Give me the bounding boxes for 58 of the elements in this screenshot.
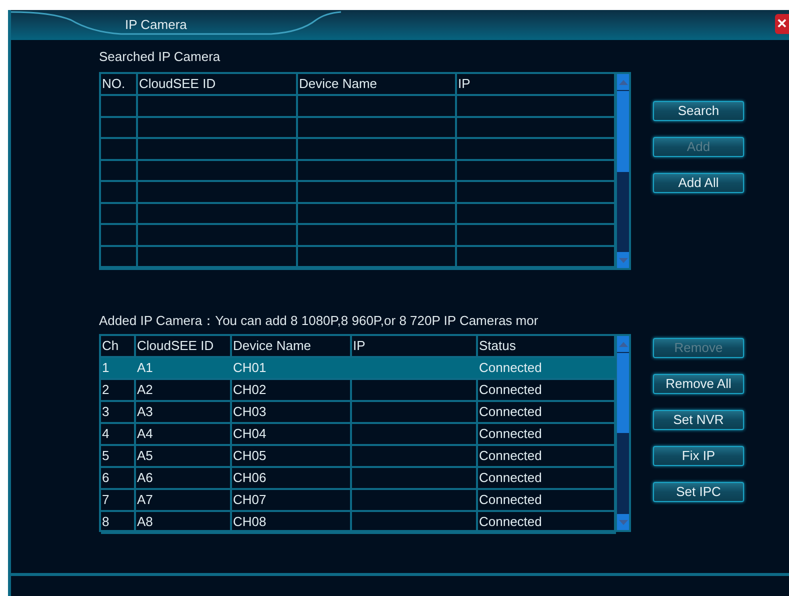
scroll-down-icon[interactable] (617, 514, 629, 530)
table-cell: A7 (136, 490, 232, 510)
table-cell: A4 (136, 424, 232, 444)
scroll-thumb[interactable] (617, 91, 629, 172)
column-header: Device Name (298, 74, 457, 94)
scrollbar[interactable] (616, 336, 629, 530)
table-cell: 2 (101, 380, 136, 400)
action-button[interactable]: Set NVR (653, 410, 744, 430)
action-button[interactable]: Set IPC (653, 482, 744, 502)
table-row[interactable]: 6 A6 CH06 Connected (101, 468, 616, 490)
table-cell: CH04 (232, 424, 352, 444)
column-header: NO. (101, 74, 138, 94)
table-row[interactable]: 7 A7 CH07 Connected (101, 490, 616, 512)
table-cell: 4 (101, 424, 136, 444)
table-cell-text: 1 (101, 359, 110, 377)
table-cell-text: CH01 (232, 359, 268, 377)
column-header: CloudSEE ID (136, 336, 232, 356)
table-row[interactable]: 4 A4 CH04 Connected (101, 424, 616, 446)
table-cell: A3 (136, 402, 232, 422)
window-title: IP Camera (125, 16, 187, 34)
table-cell: CH07 (232, 490, 352, 510)
table-cell: A2 (136, 380, 232, 400)
section-label: Searched IP Camera (99, 49, 222, 65)
table-cell: CH02 (232, 380, 352, 400)
table-row[interactable]: 3 A3 CH03 Connected (101, 402, 616, 424)
scroll-down-icon[interactable] (617, 252, 629, 268)
table-cell: CH05 (232, 446, 352, 466)
scroll-thumb[interactable] (617, 353, 629, 433)
table-row[interactable]: 8 A8 CH08 Connected (101, 512, 616, 534)
table-cell: A5 (136, 446, 232, 466)
column-header: IP (352, 336, 478, 356)
action-button[interactable]: Fix IP (653, 446, 744, 466)
scroll-up-icon[interactable] (617, 74, 629, 90)
table-cell: 6 (101, 468, 136, 488)
table-cell: 8 (101, 512, 136, 532)
column-header: Device Name (232, 336, 352, 356)
table-cell: A6 (136, 468, 232, 488)
table-cell: CH03 (232, 402, 352, 422)
action-button[interactable]: Add All (653, 173, 744, 193)
table-cell-text: A1 (136, 359, 154, 377)
column-header: CloudSEE ID (138, 74, 298, 94)
close-button[interactable]: ✕ (775, 14, 789, 34)
table-cell: 3 (101, 402, 136, 422)
table-cell-text: Connected (478, 359, 543, 377)
table-cell: 5 (101, 446, 136, 466)
section-label: Added IP Camera：You can add 8 1080P,8 960P,or 8 720P IP Cameras mor (99, 313, 540, 329)
table-row[interactable]: 1 A1 CH01 Connected (101, 358, 616, 380)
action-button[interactable]: Search (653, 101, 744, 121)
table-cell: 7 (101, 490, 136, 510)
table-cell: CH06 (232, 468, 352, 488)
table-cell: CH08 (232, 512, 352, 532)
action-button[interactable]: Remove All (653, 374, 744, 394)
table-cell: A8 (136, 512, 232, 532)
table-row[interactable]: 2 A2 CH02 Connected (101, 380, 616, 402)
scrollbar[interactable] (616, 74, 629, 268)
table-row[interactable]: 5 A5 CH05 Connected (101, 446, 616, 468)
scroll-up-icon[interactable] (617, 336, 629, 352)
column-header: Ch (101, 336, 136, 356)
